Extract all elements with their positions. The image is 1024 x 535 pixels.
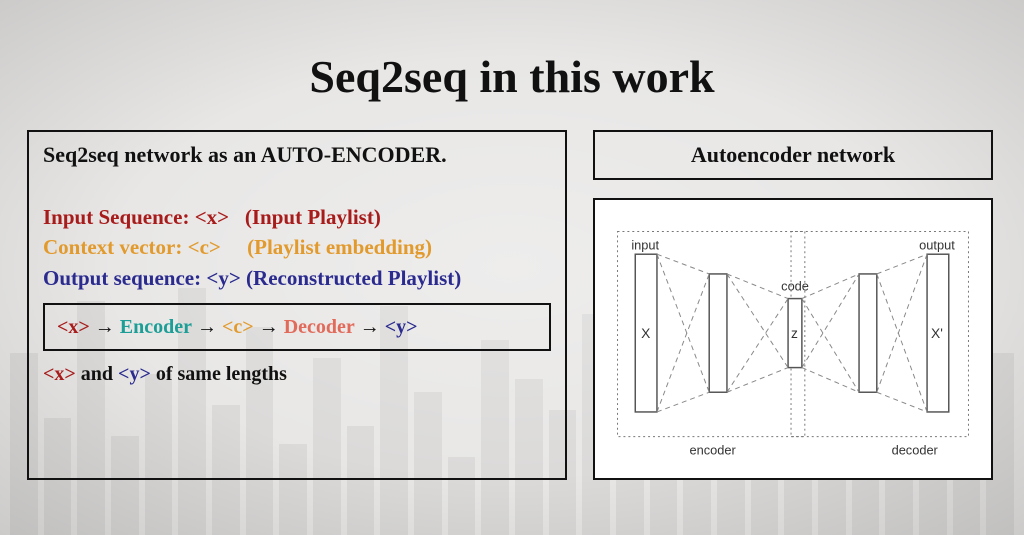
input-tag: <x> <box>195 205 229 229</box>
diagram-output-label: output <box>919 237 955 252</box>
input-desc: (Input Playlist) <box>229 205 381 229</box>
output-tag: <y> <box>206 266 240 290</box>
autoencoder-diagram: input output code X z X' encoder decoder <box>595 200 991 478</box>
diagram-encoder-label: encoder <box>689 442 736 457</box>
context-label: Context vector: <box>43 235 188 259</box>
flow-x: <x> <box>57 316 90 338</box>
diagram-X-label: X <box>641 326 650 341</box>
slide-title: Seq2seq in this work <box>0 50 1024 103</box>
diagram-decoder-label: decoder <box>892 442 939 457</box>
right-title-box: Autoencoder network <box>593 130 993 180</box>
same-and: and <box>76 363 118 385</box>
diagram-Xp-label: X' <box>931 326 943 341</box>
flow-box: <x> → Encoder → <c> → Decoder → <y> <box>43 303 551 351</box>
same-x: <x> <box>43 363 76 385</box>
context-desc: (Playlist embedding) <box>221 235 432 259</box>
flow-encoder: Encoder <box>120 316 192 338</box>
same-length-note: <x> and <y> of same lengths <box>43 363 551 386</box>
right-diagram-box: input output code X z X' encoder decoder <box>593 198 993 480</box>
same-tail: of same lengths <box>151 363 287 385</box>
left-heading: Seq2seq network as an AUTO-ENCODER. <box>43 142 551 168</box>
input-sequence-line: Input Sequence: <x> (Input Playlist) <box>43 202 551 232</box>
arrow-4: → <box>360 316 385 338</box>
flow-decoder: Decoder <box>284 316 355 338</box>
output-desc: (Reconstructed Playlist) <box>241 266 461 290</box>
context-vector-line: Context vector: <c> (Playlist embedding) <box>43 232 551 262</box>
diagram-z-label: z <box>791 326 798 341</box>
output-label: Output sequence: <box>43 266 206 290</box>
arrow-1: → <box>95 316 120 338</box>
flow-y: <y> <box>385 316 418 338</box>
context-tag: <c> <box>188 235 221 259</box>
right-title: Autoencoder network <box>691 142 895 168</box>
arrow-2: → <box>197 316 222 338</box>
output-sequence-line: Output sequence: <y> (Reconstructed Play… <box>43 263 551 293</box>
left-panel: Seq2seq network as an AUTO-ENCODER. Inpu… <box>27 130 567 480</box>
arrow-3: → <box>259 316 284 338</box>
input-label: Input Sequence: <box>43 205 195 229</box>
same-y: <y> <box>118 363 151 385</box>
flow-c: <c> <box>222 316 254 338</box>
diagram-code-label: code <box>781 279 809 294</box>
diagram-input-label: input <box>631 237 659 252</box>
